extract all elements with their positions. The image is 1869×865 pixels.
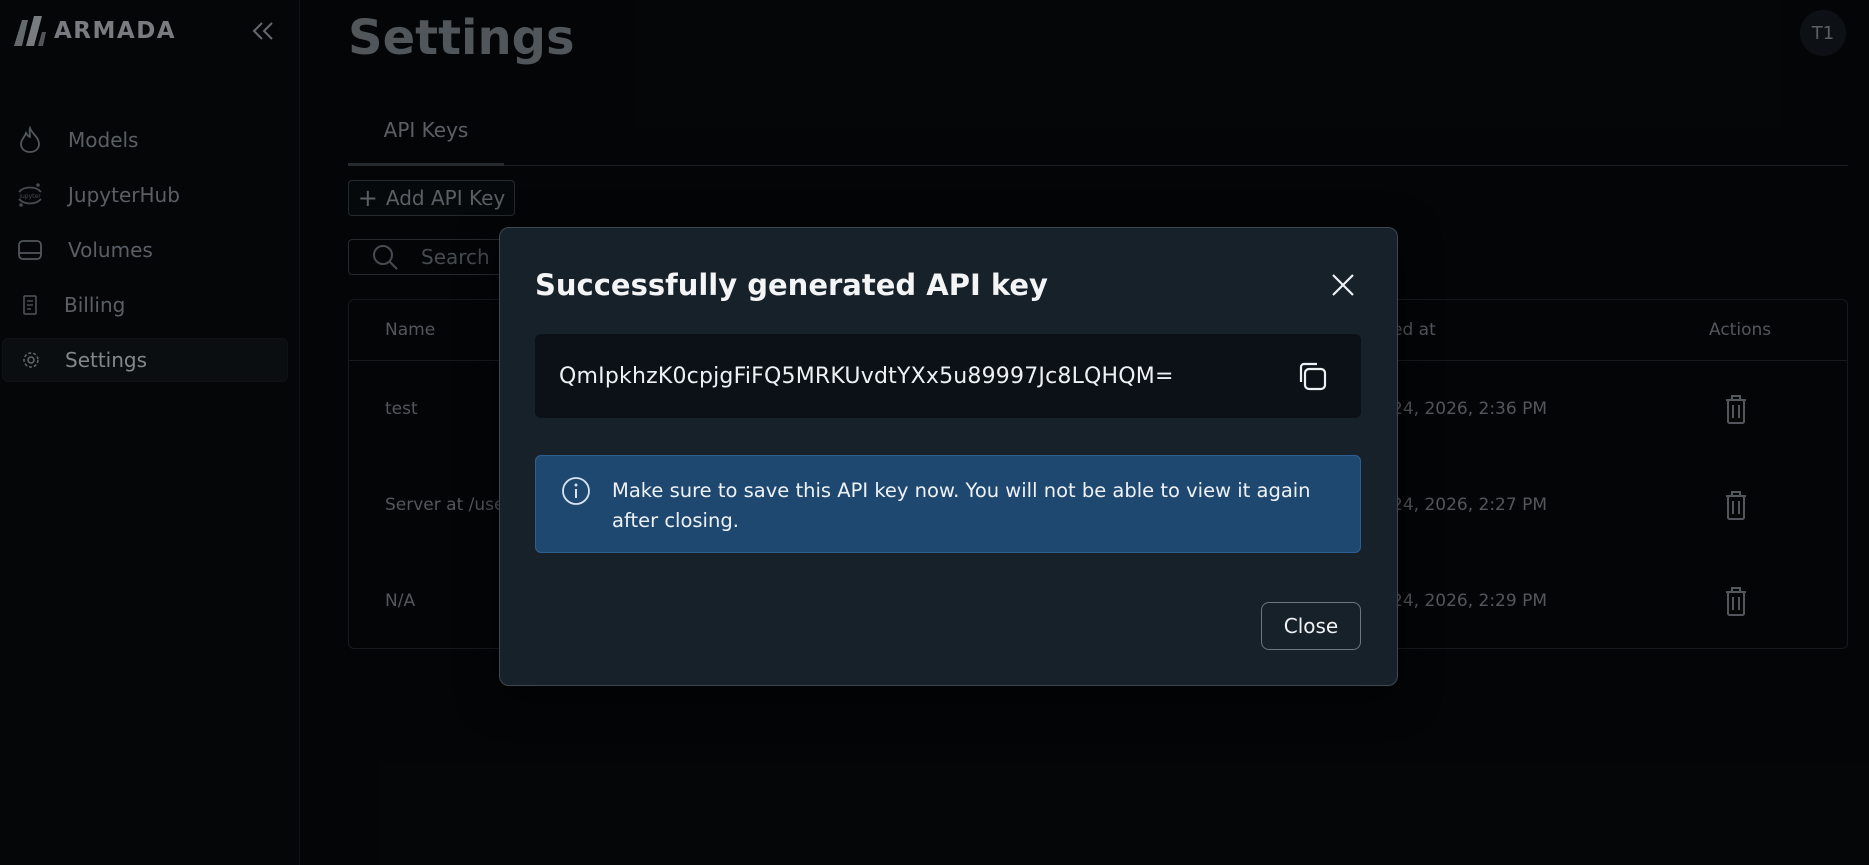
info-alert: Make sure to save this API key now. You … [535,455,1361,553]
dialog-title: Successfully generated API key [535,268,1048,302]
info-message: Make sure to save this API key now. You … [612,479,1311,532]
close-button[interactable]: Close [1261,602,1361,650]
close-icon [1332,274,1354,296]
info-icon [561,476,591,506]
copy-key-button[interactable] [1295,359,1329,393]
copy-icon [1299,362,1327,391]
api-key-dialog: Successfully generated API key QmIpkhzK0… [499,227,1398,686]
api-key-box: QmIpkhzK0cpjgFiFQ5MRKUvdtYXx5u89997Jc8LQ… [535,334,1361,418]
api-key-value[interactable]: QmIpkhzK0cpjgFiFQ5MRKUvdtYXx5u89997Jc8LQ… [559,334,1174,418]
dialog-close-x-button[interactable] [1328,270,1358,300]
